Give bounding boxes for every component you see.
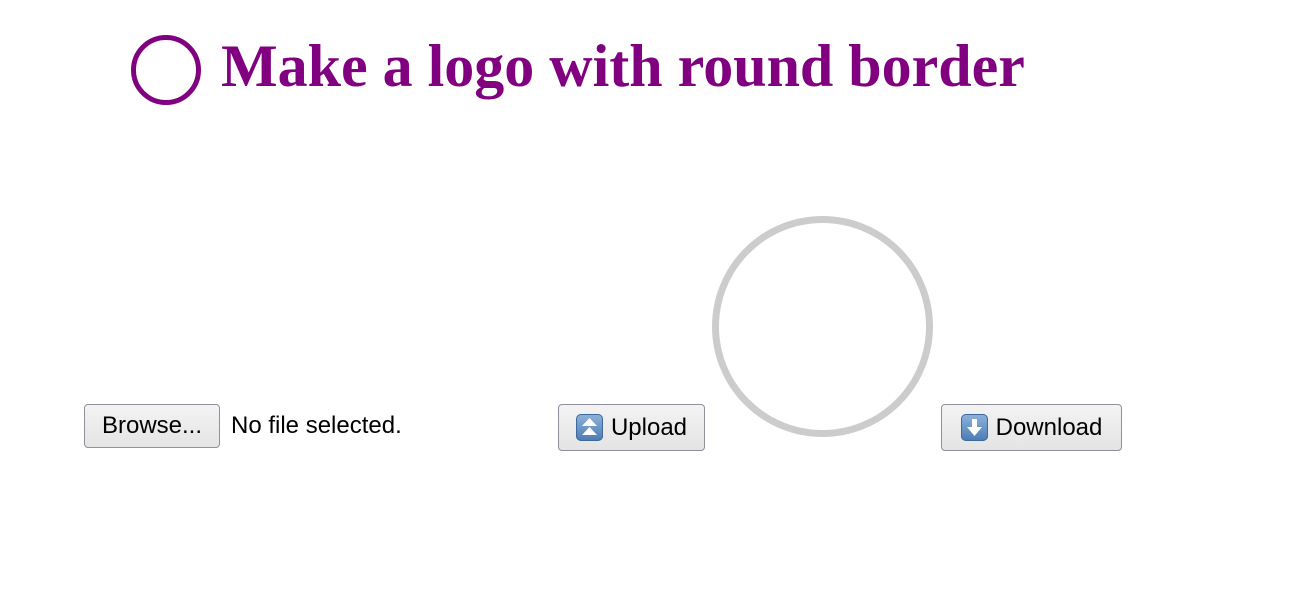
logo-preview-circle (712, 216, 933, 437)
upload-button[interactable]: Upload (558, 404, 705, 451)
browse-button[interactable]: Browse... (84, 404, 220, 448)
down-arrow-icon (960, 414, 988, 441)
file-status-text: No file selected. (231, 412, 402, 439)
download-label: Download (995, 413, 1103, 441)
upload-label: Upload (610, 413, 688, 441)
page-title: Make a logo with round border (221, 33, 1025, 99)
logo-circle-icon (131, 35, 201, 105)
download-button[interactable]: Download (941, 404, 1122, 451)
double-up-arrow-icon (575, 414, 603, 441)
